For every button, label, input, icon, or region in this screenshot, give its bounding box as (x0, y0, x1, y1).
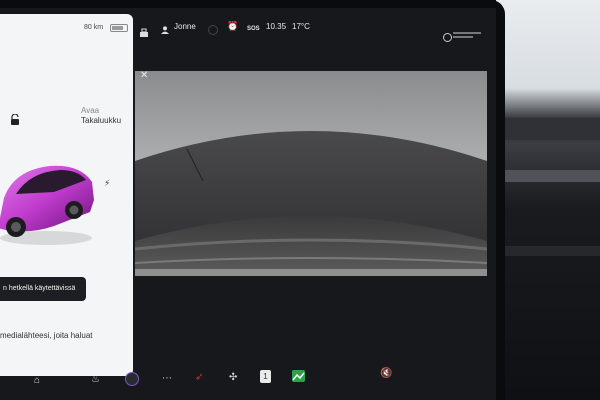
dashboard-trim (496, 118, 600, 140)
lock-open-icon[interactable] (10, 114, 20, 126)
volume-mute-icon[interactable]: 🔇 (380, 368, 392, 379)
stocks-app-icon[interactable] (292, 370, 305, 382)
driver-profile[interactable]: Jonne (174, 22, 196, 36)
seat-heater-icon[interactable]: ⌂ (34, 375, 40, 386)
camera-app-icon[interactable] (125, 372, 139, 386)
close-camera-icon[interactable]: ✕ (140, 70, 148, 81)
trunk-control[interactable]: Avaa Takaluukku (81, 106, 121, 126)
user-icon (161, 26, 169, 34)
more-apps-icon[interactable]: ⋯ (162, 373, 172, 384)
availability-notice: n hetkellä käytettävissä (0, 277, 86, 301)
sos-label[interactable]: SOS (247, 26, 260, 40)
brand-logo-icon (443, 33, 452, 42)
battery-icon (110, 24, 128, 32)
outside-temperature: 17°C (292, 22, 310, 31)
climate-icon[interactable]: ♨ (91, 374, 100, 385)
charge-port-icon[interactable]: ⚡ (104, 178, 110, 189)
navigation-icon[interactable]: ➶ (195, 372, 203, 383)
touchscreen: 80 km Avaa Takaluukku ⚡ n hetkellä käyte… (0, 8, 496, 400)
clock: 10.35 (266, 22, 287, 31)
dashboard-trim-light (496, 170, 600, 182)
screen-bezel: 80 km Avaa Takaluukku ⚡ n hetkellä käyte… (0, 0, 505, 400)
fan-icon[interactable]: ✣ (229, 372, 237, 383)
profile-icon (140, 28, 148, 37)
dashboard-background (496, 0, 600, 400)
vehicle-panel: 80 km Avaa Takaluukku ⚡ n hetkellä käyte… (0, 14, 133, 376)
car-image (0, 165, 94, 245)
trunk-label: Takaluukku (81, 116, 122, 125)
dashboard-trim-dark (496, 246, 600, 256)
alarm-icon: ⏰ (227, 21, 239, 31)
rear-camera-view (135, 71, 487, 276)
calendar-icon[interactable]: 1 (260, 370, 271, 383)
media-prompt: medialähteesi, joita haluat (0, 331, 93, 340)
brand-logo-text (453, 32, 487, 38)
status-indicator (208, 25, 218, 35)
range-readout: 80 km (84, 24, 104, 31)
trunk-action: Avaa (81, 106, 100, 115)
